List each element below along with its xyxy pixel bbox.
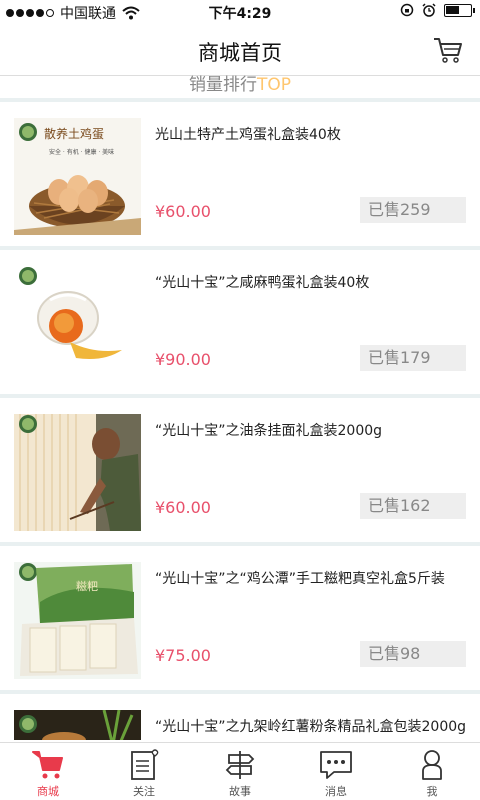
section-title-text: 销量排行 xyxy=(188,75,257,95)
sold-count: 已售162 xyxy=(360,493,466,519)
product-price: ¥60.00 xyxy=(155,498,211,517)
product-name: “光山十宝”之咸麻鸭蛋礼盒装40枚 xyxy=(155,275,370,291)
chat-bubble-icon xyxy=(320,751,352,779)
product-item[interactable]: 散养土鸡蛋 安全 · 有机 · 健康 · 美味 光山土特产土鸡蛋礼盒装40枚 ¥… xyxy=(0,102,480,246)
product-thumbnail: 糍粑 xyxy=(14,562,141,679)
product-item[interactable]: “光山十宝”之咸麻鸭蛋礼盒装40枚 ¥90.00 已售179 xyxy=(0,250,480,394)
tab-label: 商城 xyxy=(37,785,59,798)
tab-label: 关注 xyxy=(133,785,155,798)
product-item[interactable]: “光山十宝”之油条挂面礼盒装2000g ¥60.00 已售162 xyxy=(0,398,480,542)
tab-mall[interactable]: 商城 xyxy=(0,743,96,800)
section-title: 销量排行TOP xyxy=(0,76,480,98)
page-title: 商城首页 xyxy=(198,41,282,65)
product-name: 光山土特产土鸡蛋礼盒装40枚 xyxy=(155,127,341,143)
sold-count: 已售179 xyxy=(360,345,466,371)
tab-messages[interactable]: 消息 xyxy=(288,743,384,800)
heart-document-icon xyxy=(131,749,159,780)
product-thumbnail xyxy=(14,266,141,383)
status-right xyxy=(400,3,475,17)
rotation-lock-icon xyxy=(400,3,414,17)
thumb-title: 糍粑 xyxy=(76,580,98,593)
status-bar: 中国联通 下午4:29 xyxy=(0,0,480,24)
tab-label: 我 xyxy=(426,785,438,798)
tab-me[interactable]: 我 xyxy=(384,743,480,800)
person-icon xyxy=(422,750,442,780)
battery-icon xyxy=(444,3,475,17)
tab-follow[interactable]: 关注 xyxy=(96,743,192,800)
cart-icon xyxy=(32,751,63,779)
product-price: ¥90.00 xyxy=(155,350,211,369)
section-title-accent: TOP xyxy=(256,75,292,95)
product-thumbnail xyxy=(14,710,141,740)
nav-header: 商城首页 xyxy=(0,24,480,76)
product-price: ¥60.00 xyxy=(155,202,211,221)
product-name: “光山十宝”之“鸡公潭”手工糍粑真空礼盒5斤装 xyxy=(155,571,445,587)
sold-count: 已售259 xyxy=(360,197,466,223)
product-name: “光山十宝”之九架岭红薯粉条精品礼盒包装2000g xyxy=(155,719,467,735)
product-name: “光山十宝”之油条挂面礼盒装2000g xyxy=(155,423,383,439)
product-list: 散养土鸡蛋 安全 · 有机 · 健康 · 美味 光山土特产土鸡蛋礼盒装40枚 ¥… xyxy=(0,98,480,740)
product-price: ¥75.00 xyxy=(155,646,211,665)
alarm-icon xyxy=(422,3,436,17)
thumb-subtitle: 安全 · 有机 · 健康 · 美味 xyxy=(49,148,114,156)
tab-story[interactable]: 故事 xyxy=(192,743,288,800)
cart-icon[interactable] xyxy=(432,36,464,64)
product-thumbnail xyxy=(14,414,141,531)
thumb-title: 散养土鸡蛋 xyxy=(44,126,104,141)
tab-bar: 商城 关注 故事 消息 我 xyxy=(0,742,480,800)
product-thumbnail: 散养土鸡蛋 安全 · 有机 · 健康 · 美味 xyxy=(14,118,141,235)
signpost-icon xyxy=(225,751,255,779)
product-item[interactable]: “光山十宝”之九架岭红薯粉条精品礼盒包装2000g xyxy=(0,694,480,740)
product-item[interactable]: 糍粑 “光山十宝”之“鸡公潭”手工糍粑真空礼盒5斤装 ¥75.00 已售98 xyxy=(0,546,480,690)
tab-label: 消息 xyxy=(325,785,347,798)
sold-count: 已售98 xyxy=(360,641,466,667)
tab-label: 故事 xyxy=(229,785,251,798)
